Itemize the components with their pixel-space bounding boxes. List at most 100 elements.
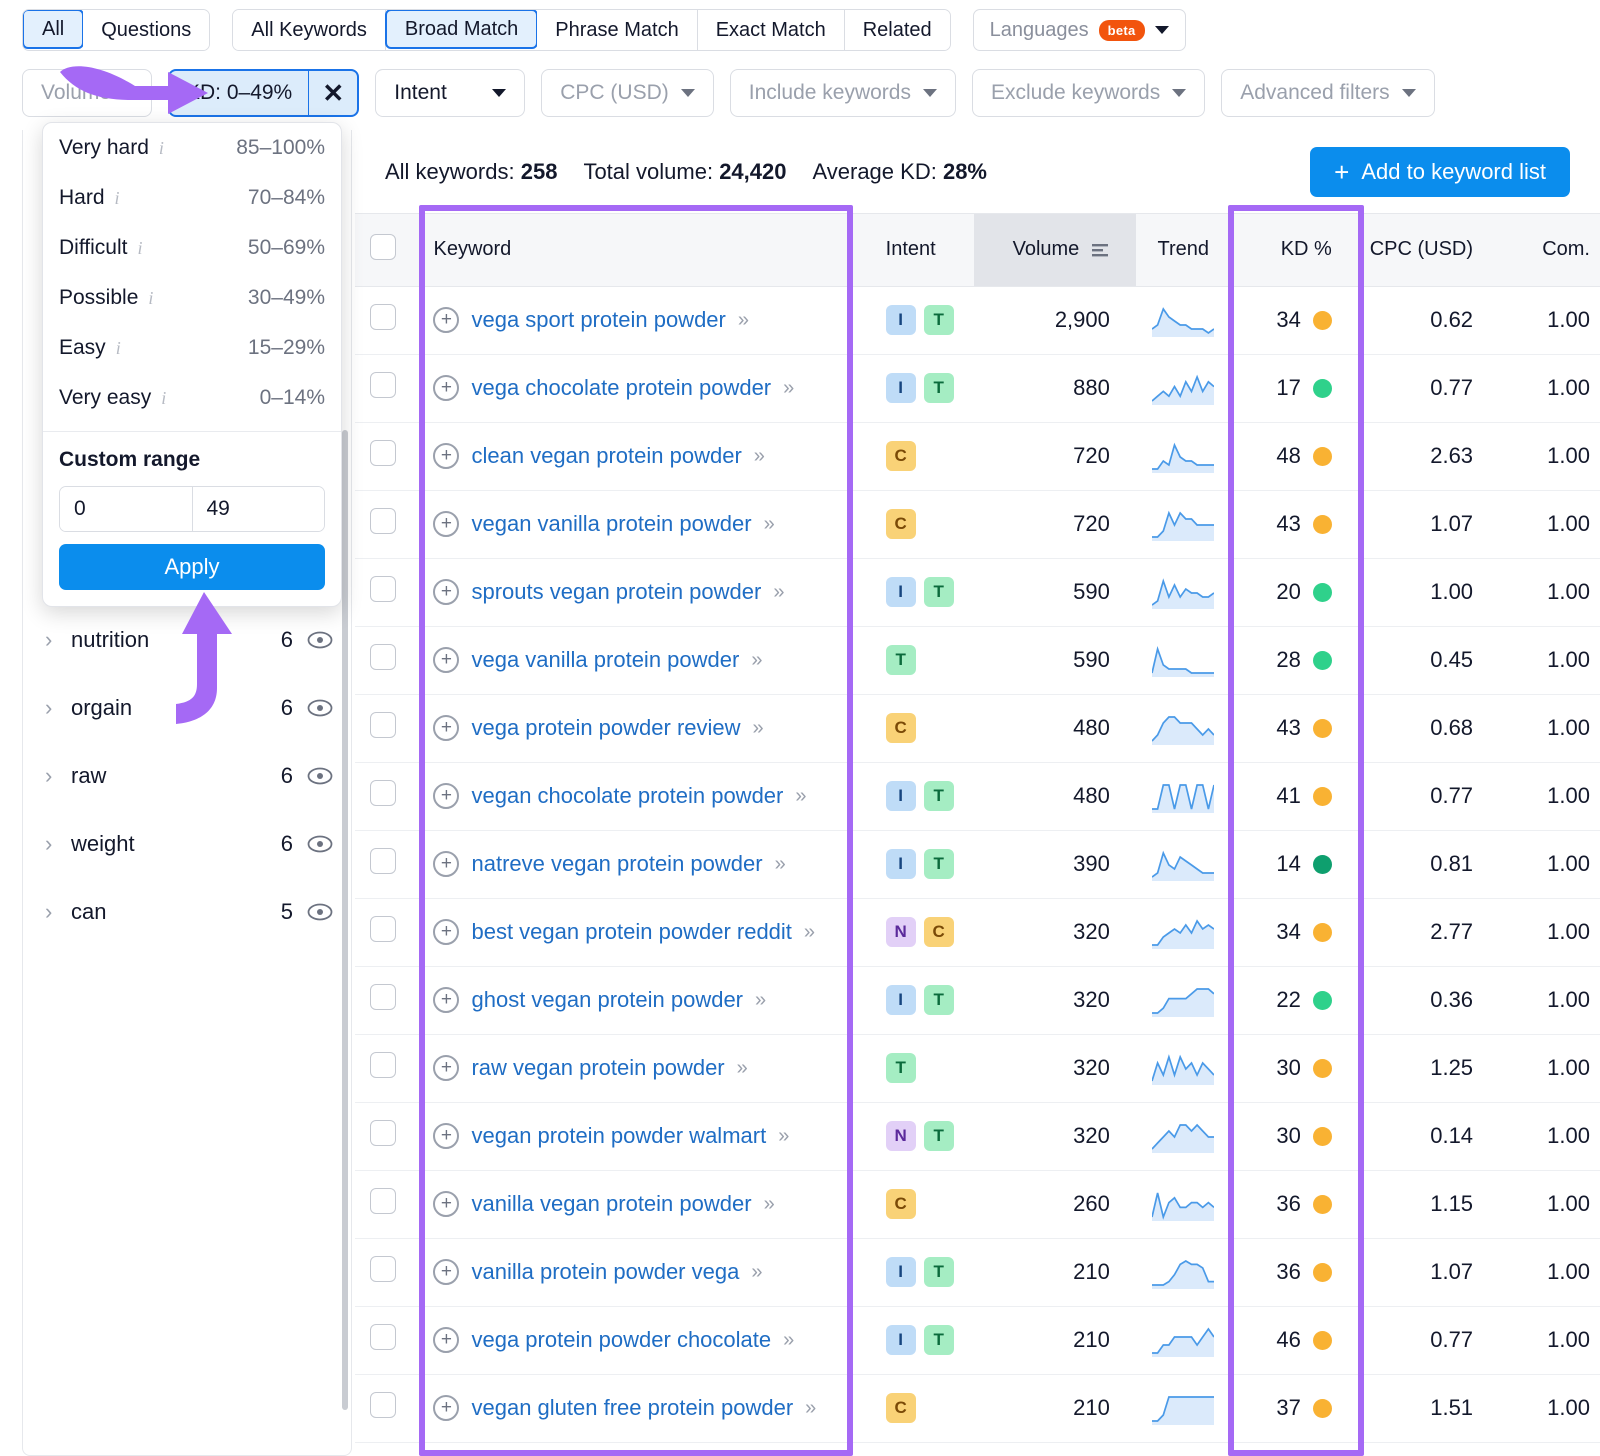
- row-checkbox[interactable]: [370, 1324, 397, 1350]
- select-all-checkbox[interactable]: [370, 233, 397, 260]
- row-checkbox[interactable]: [370, 712, 397, 738]
- add-keyword-icon[interactable]: +: [433, 1191, 460, 1217]
- add-keyword-icon[interactable]: +: [433, 919, 460, 945]
- add-keyword-icon[interactable]: +: [433, 1395, 460, 1421]
- eye-icon[interactable]: [307, 835, 333, 853]
- row-select-cell[interactable]: [355, 286, 412, 355]
- add-keyword-icon[interactable]: +: [433, 647, 460, 673]
- keyword-link[interactable]: vegan protein powder walmart: [471, 1123, 766, 1149]
- close-icon[interactable]: ✕: [309, 78, 357, 109]
- kd-min-input[interactable]: [60, 487, 192, 531]
- sidebar-item-weight[interactable]: › weight 6: [23, 810, 351, 878]
- keyword-link[interactable]: vegan gluten free protein powder: [471, 1395, 793, 1421]
- table-row[interactable]: + raw vegan protein powder » T 320 30 1.25 1.00: [355, 1034, 1600, 1103]
- row-checkbox[interactable]: [370, 1392, 397, 1418]
- advanced-filters[interactable]: Advanced filters: [1221, 69, 1435, 117]
- row-select-cell[interactable]: [355, 1374, 412, 1443]
- add-keyword-icon[interactable]: +: [433, 443, 460, 469]
- tab-related[interactable]: Related: [844, 10, 950, 50]
- header-keyword[interactable]: Keyword: [411, 214, 886, 287]
- add-keyword-icon[interactable]: +: [433, 1327, 460, 1353]
- add-keyword-icon[interactable]: +: [433, 987, 460, 1013]
- double-chevron-right-icon[interactable]: »: [783, 1329, 794, 1352]
- table-row[interactable]: + vegan chocolate protein powder» I T 480 41 0…: [355, 762, 1600, 831]
- double-chevron-right-icon[interactable]: »: [751, 1261, 762, 1284]
- sidebar-item-can[interactable]: › can 5: [23, 878, 351, 946]
- double-chevron-right-icon[interactable]: »: [795, 785, 806, 808]
- keyword-link[interactable]: vegan vanilla protein powder: [471, 511, 751, 537]
- chevron-right-icon[interactable]: ›: [45, 831, 71, 857]
- row-select-cell[interactable]: [355, 626, 412, 695]
- row-select-cell[interactable]: [355, 1034, 412, 1103]
- header-com[interactable]: Com.: [1499, 214, 1600, 287]
- intent-filter[interactable]: Intent: [375, 69, 526, 117]
- add-keyword-icon[interactable]: +: [433, 375, 460, 401]
- kd-filter-chip[interactable]: KD: 0–49% ✕: [168, 69, 360, 117]
- double-chevron-right-icon[interactable]: »: [754, 445, 765, 468]
- header-cpc[interactable]: CPC (USD): [1357, 214, 1500, 287]
- row-select-cell[interactable]: [355, 422, 412, 491]
- double-chevron-right-icon[interactable]: »: [753, 717, 764, 740]
- sidebar-item-orgain[interactable]: › orgain 6: [23, 674, 351, 742]
- cpc-filter[interactable]: CPC (USD): [541, 69, 714, 117]
- add-keyword-icon[interactable]: +: [433, 851, 460, 877]
- info-icon[interactable]: i: [161, 388, 166, 409]
- table-row[interactable]: + vegan protein powder walmart» N T 320 30 0.1…: [355, 1102, 1600, 1171]
- add-keyword-icon[interactable]: +: [433, 783, 460, 809]
- table-row[interactable]: + vega chocolate protein powder» I T 880 17 0.…: [355, 354, 1600, 423]
- info-icon[interactable]: i: [159, 138, 164, 159]
- keyword-link[interactable]: vega vanilla protein powder: [471, 647, 739, 673]
- table-row[interactable]: + ghost vegan protein powder» I T 320 22 0.36 1…: [355, 966, 1600, 1035]
- keyword-link[interactable]: ghost vegan protein powder: [471, 987, 743, 1013]
- row-select-cell[interactable]: [355, 1306, 412, 1375]
- chevron-right-icon[interactable]: ›: [45, 763, 71, 789]
- chevron-right-icon[interactable]: ›: [45, 695, 71, 721]
- row-checkbox[interactable]: [370, 1188, 397, 1214]
- header-trend[interactable]: Trend: [1135, 214, 1231, 287]
- row-checkbox[interactable]: [370, 1120, 397, 1146]
- include-keywords-filter[interactable]: Include keywords: [729, 69, 956, 117]
- row-checkbox[interactable]: [370, 372, 397, 398]
- row-select-cell[interactable]: [355, 966, 412, 1035]
- table-row[interactable]: + vegan gluten free protein powder » C 210 37…: [355, 1374, 1600, 1443]
- row-checkbox[interactable]: [370, 576, 397, 602]
- double-chevron-right-icon[interactable]: »: [775, 853, 786, 876]
- table-row[interactable]: + natreve vegan protein powder» I T 390 14 0.8…: [355, 830, 1600, 899]
- keyword-link[interactable]: natreve vegan protein powder: [471, 851, 762, 877]
- row-checkbox[interactable]: [370, 304, 397, 330]
- languages-dropdown[interactable]: Languages beta: [972, 9, 1186, 51]
- row-select-cell[interactable]: [355, 490, 412, 559]
- apply-button[interactable]: Apply: [59, 544, 325, 590]
- table-row[interactable]: + clean vegan protein powder » C 720 48 2.63 1.…: [355, 422, 1600, 491]
- double-chevron-right-icon[interactable]: »: [737, 1057, 748, 1080]
- volume-filter[interactable]: Volume: [22, 69, 152, 117]
- double-chevron-right-icon[interactable]: »: [778, 1125, 789, 1148]
- info-icon[interactable]: i: [115, 188, 120, 209]
- kd-level-item[interactable]: Possible i 30–49%: [43, 273, 341, 323]
- keyword-link[interactable]: raw vegan protein powder: [471, 1055, 724, 1081]
- keyword-link[interactable]: sprouts vegan protein powder: [471, 579, 761, 605]
- double-chevron-right-icon[interactable]: »: [738, 309, 749, 332]
- tab-all[interactable]: All: [23, 10, 85, 49]
- double-chevron-right-icon[interactable]: »: [783, 377, 794, 400]
- row-select-cell[interactable]: [355, 1170, 412, 1239]
- header-kd[interactable]: KD %: [1230, 214, 1358, 287]
- table-row[interactable]: + vegan vanilla protein powder » C 720 43 1.07…: [355, 490, 1600, 559]
- double-chevron-right-icon[interactable]: »: [751, 649, 762, 672]
- double-chevron-right-icon[interactable]: »: [804, 921, 815, 944]
- exclude-keywords-filter[interactable]: Exclude keywords: [971, 69, 1206, 117]
- sidebar-scrollbar[interactable]: [342, 430, 348, 1410]
- row-checkbox[interactable]: [370, 644, 397, 670]
- kd-level-item[interactable]: Very easy i 0–14%: [43, 373, 341, 423]
- add-keyword-icon[interactable]: +: [433, 715, 460, 741]
- table-row[interactable]: + vega vanilla protein powder » T 590 28 0.45 1…: [355, 626, 1600, 695]
- tab-all-keywords[interactable]: All Keywords: [233, 10, 386, 50]
- row-checkbox[interactable]: [370, 916, 397, 942]
- kd-level-item[interactable]: Hard i 70–84%: [43, 173, 341, 223]
- row-checkbox[interactable]: [370, 440, 397, 466]
- kd-max-input[interactable]: [192, 487, 324, 531]
- row-select-cell[interactable]: [355, 354, 412, 423]
- row-select-cell[interactable]: [355, 1238, 412, 1307]
- eye-icon[interactable]: [307, 767, 333, 785]
- tab-broad-match[interactable]: Broad Match: [384, 10, 539, 49]
